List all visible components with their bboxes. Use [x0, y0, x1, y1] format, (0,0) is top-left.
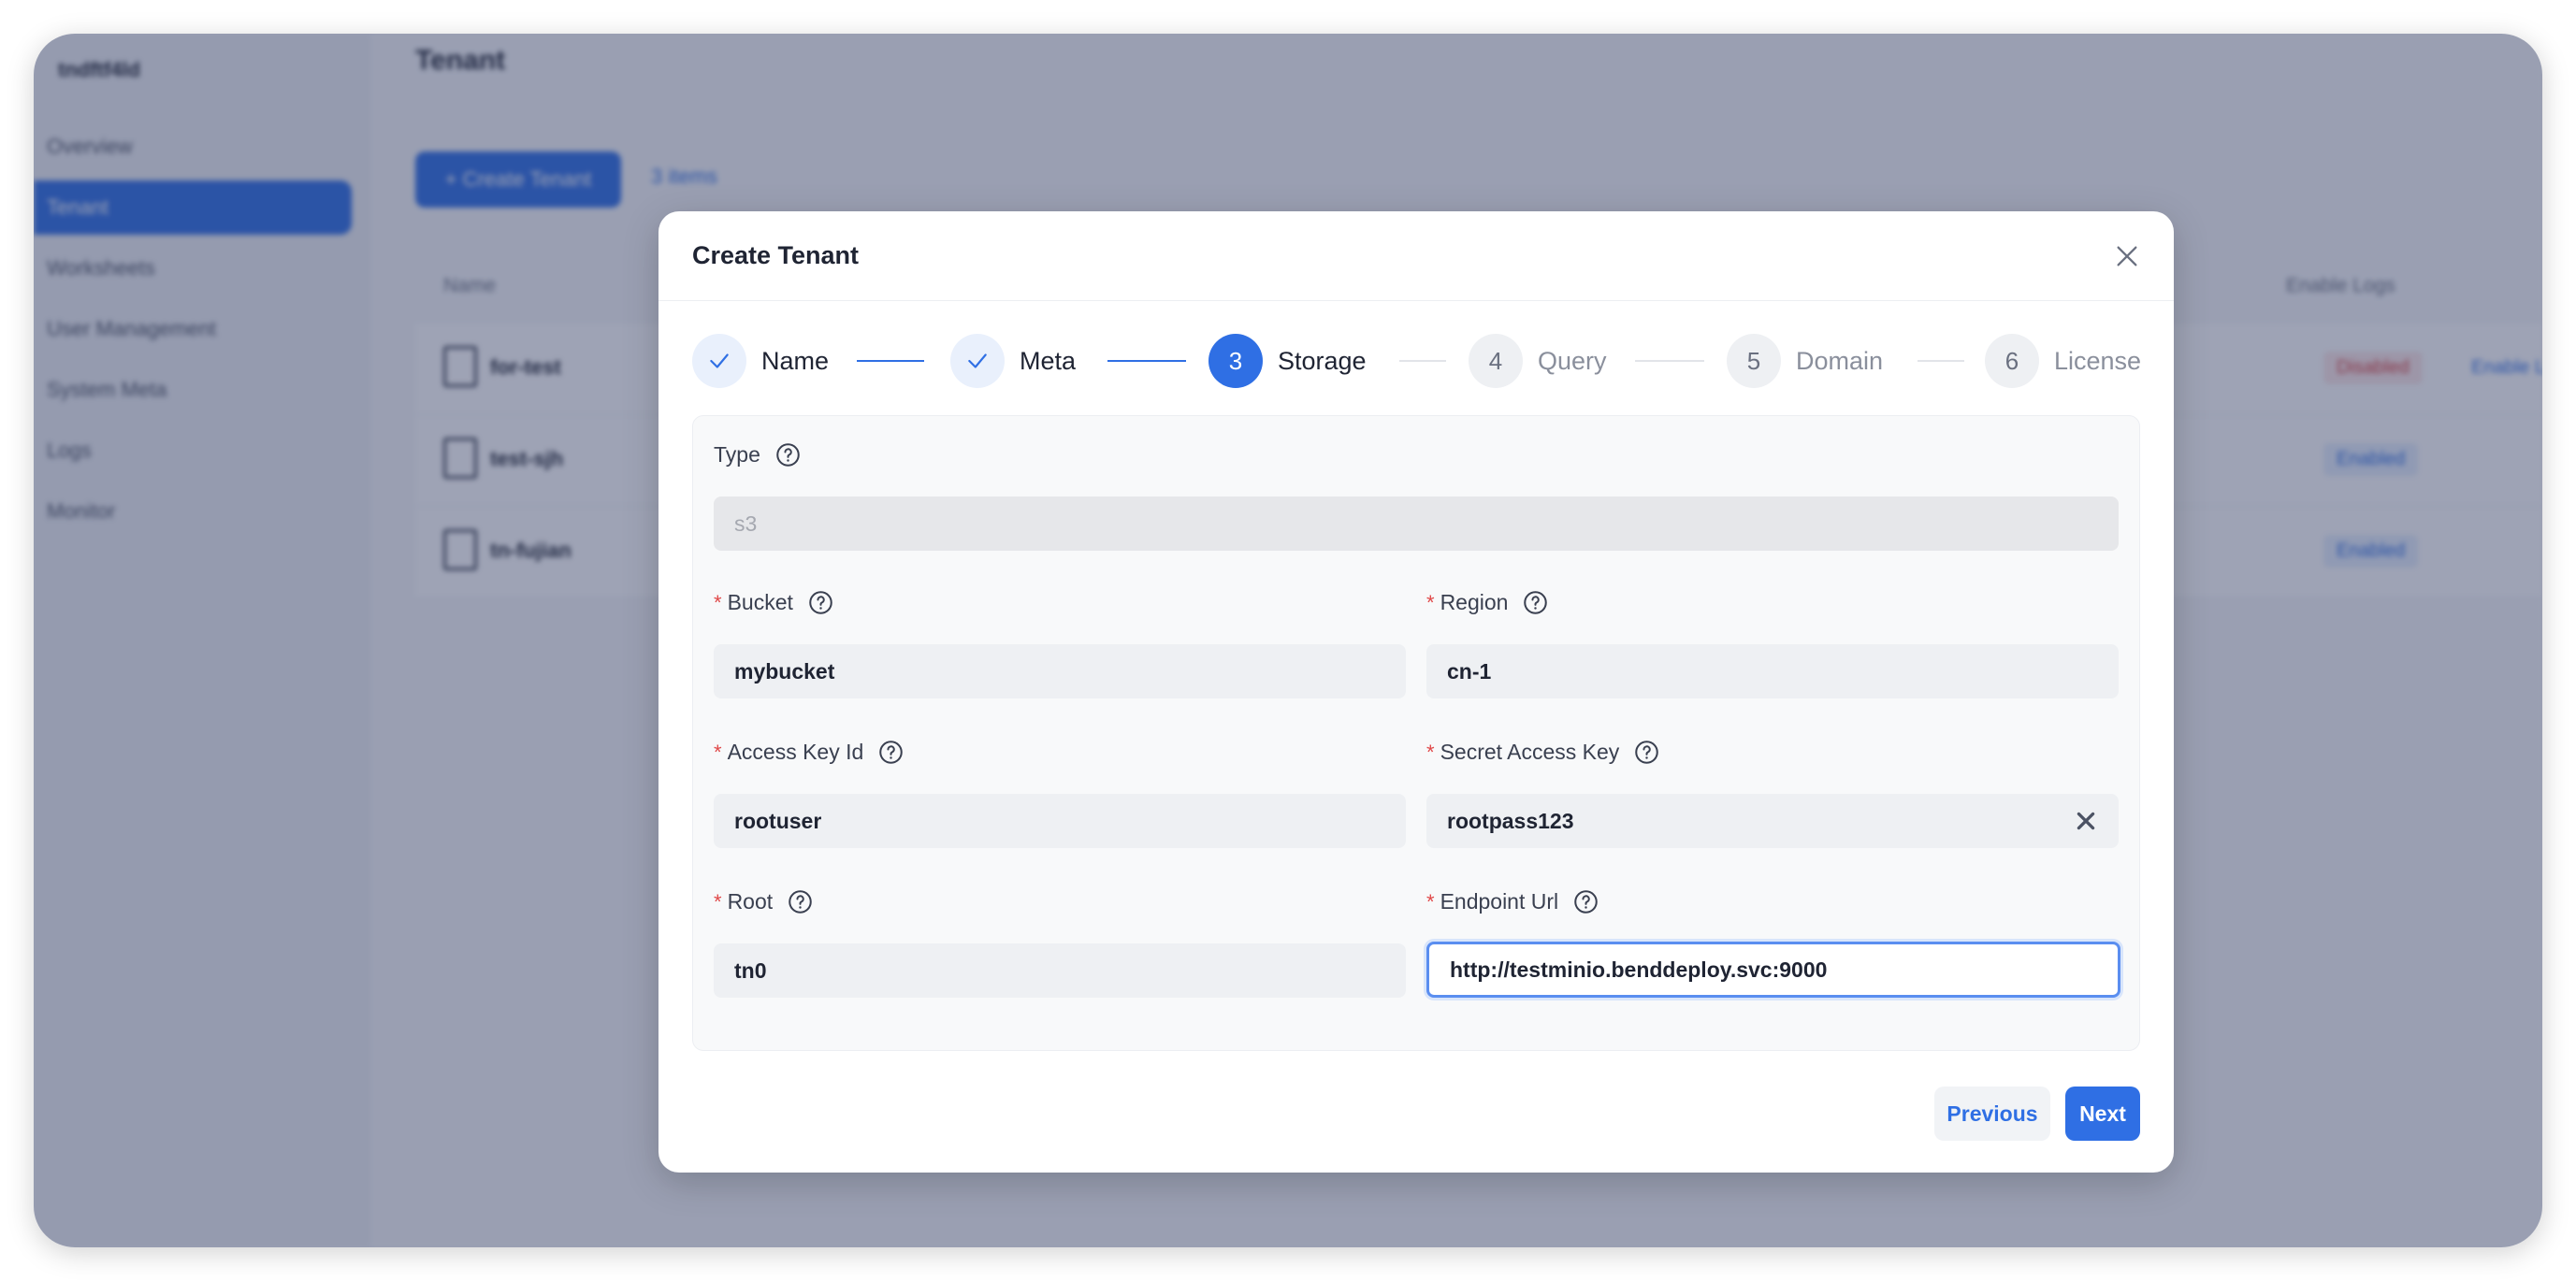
- dialog-title: Create Tenant: [692, 241, 860, 269]
- help-icon[interactable]: [808, 590, 833, 615]
- step-connector: [1635, 360, 1704, 362]
- step-done-circle: [692, 334, 746, 388]
- dialog-header: Create Tenant: [658, 211, 2174, 301]
- region-label-text: Region: [1440, 590, 1509, 614]
- required-marker: *: [1426, 740, 1435, 764]
- access-key-id-label: * Access Key Id: [714, 740, 904, 765]
- step-name[interactable]: Name: [692, 333, 829, 389]
- step-label: Domain: [1796, 346, 1884, 375]
- secret-access-key-value: rootpass123: [1447, 808, 1574, 833]
- step-label: License: [2054, 346, 2142, 375]
- bucket-field[interactable]: mybucket: [714, 644, 1406, 698]
- step-number: 4: [1469, 334, 1523, 388]
- endpoint-url-label-text: Endpoint Url: [1440, 889, 1559, 914]
- create-tenant-dialog: Create Tenant Name Meta 3 Storage 4 Quer…: [658, 211, 2174, 1173]
- help-icon[interactable]: [1523, 590, 1548, 615]
- required-marker: *: [1426, 889, 1435, 914]
- required-marker: *: [714, 590, 722, 614]
- step-label: Query: [1538, 346, 1607, 375]
- root-label: * Root: [714, 889, 813, 914]
- help-icon[interactable]: [1634, 740, 1659, 765]
- endpoint-url-field[interactable]: http://testminio.benddeploy.svc:9000: [1426, 942, 2120, 998]
- root-field[interactable]: tn0: [714, 943, 1406, 998]
- help-icon[interactable]: [1573, 889, 1599, 914]
- step-domain[interactable]: 5 Domain: [1727, 333, 1883, 389]
- step-number: 3: [1208, 334, 1263, 388]
- check-icon: [968, 353, 987, 368]
- access-key-id-field[interactable]: rootuser: [714, 794, 1406, 848]
- step-connector: [1399, 360, 1446, 362]
- secret-access-key-label: * Secret Access Key: [1426, 740, 1659, 765]
- close-button[interactable]: [2114, 243, 2140, 269]
- region-field[interactable]: cn-1: [1426, 644, 2119, 698]
- type-field: s3: [714, 497, 2119, 551]
- step-connector: [1918, 360, 1964, 362]
- clear-button[interactable]: [2074, 809, 2098, 833]
- help-icon[interactable]: [788, 889, 813, 914]
- step-label: Storage: [1278, 346, 1367, 375]
- check-icon: [710, 353, 729, 368]
- step-connector: [857, 360, 924, 362]
- root-label-text: Root: [727, 889, 774, 914]
- step-meta[interactable]: Meta: [950, 333, 1076, 389]
- step-label: Meta: [1020, 346, 1077, 375]
- next-button[interactable]: Next: [2065, 1087, 2140, 1141]
- close-icon: [2117, 246, 2137, 266]
- step-connector: [1107, 360, 1186, 362]
- help-icon[interactable]: [878, 740, 904, 765]
- step-indicator: Name Meta 3 Storage 4 Query 5 Domain 6 L…: [692, 333, 2141, 389]
- previous-button[interactable]: Previous: [1934, 1087, 2050, 1141]
- app-window: tndftf4ld Overview Tenant Worksheets Use…: [34, 34, 2542, 1247]
- step-done-circle: [950, 334, 1005, 388]
- type-label: Type: [714, 442, 801, 468]
- step-license[interactable]: 6 License: [1985, 333, 2141, 389]
- required-marker: *: [714, 889, 722, 914]
- step-number: 6: [1985, 334, 2039, 388]
- required-marker: *: [714, 740, 722, 764]
- step-label: Name: [761, 346, 830, 375]
- required-marker: *: [1426, 590, 1435, 614]
- clear-icon: [2077, 812, 2095, 830]
- endpoint-url-label: * Endpoint Url: [1426, 889, 1599, 914]
- help-icon[interactable]: [775, 442, 801, 468]
- secret-access-key-label-text: Secret Access Key: [1440, 740, 1620, 764]
- secret-access-key-field[interactable]: rootpass123: [1426, 794, 2119, 848]
- access-key-id-label-text: Access Key Id: [727, 740, 864, 764]
- region-label: * Region: [1426, 590, 1548, 615]
- bucket-label-text: Bucket: [727, 590, 793, 614]
- step-query[interactable]: 4 Query: [1469, 333, 1607, 389]
- step-storage[interactable]: 3 Storage: [1208, 333, 1367, 389]
- type-label-text: Type: [714, 442, 760, 467]
- storage-form: Type s3 * Bucket mybucket * Region cn-1 …: [692, 415, 2140, 1051]
- bucket-label: * Bucket: [714, 590, 833, 615]
- step-number: 5: [1727, 334, 1781, 388]
